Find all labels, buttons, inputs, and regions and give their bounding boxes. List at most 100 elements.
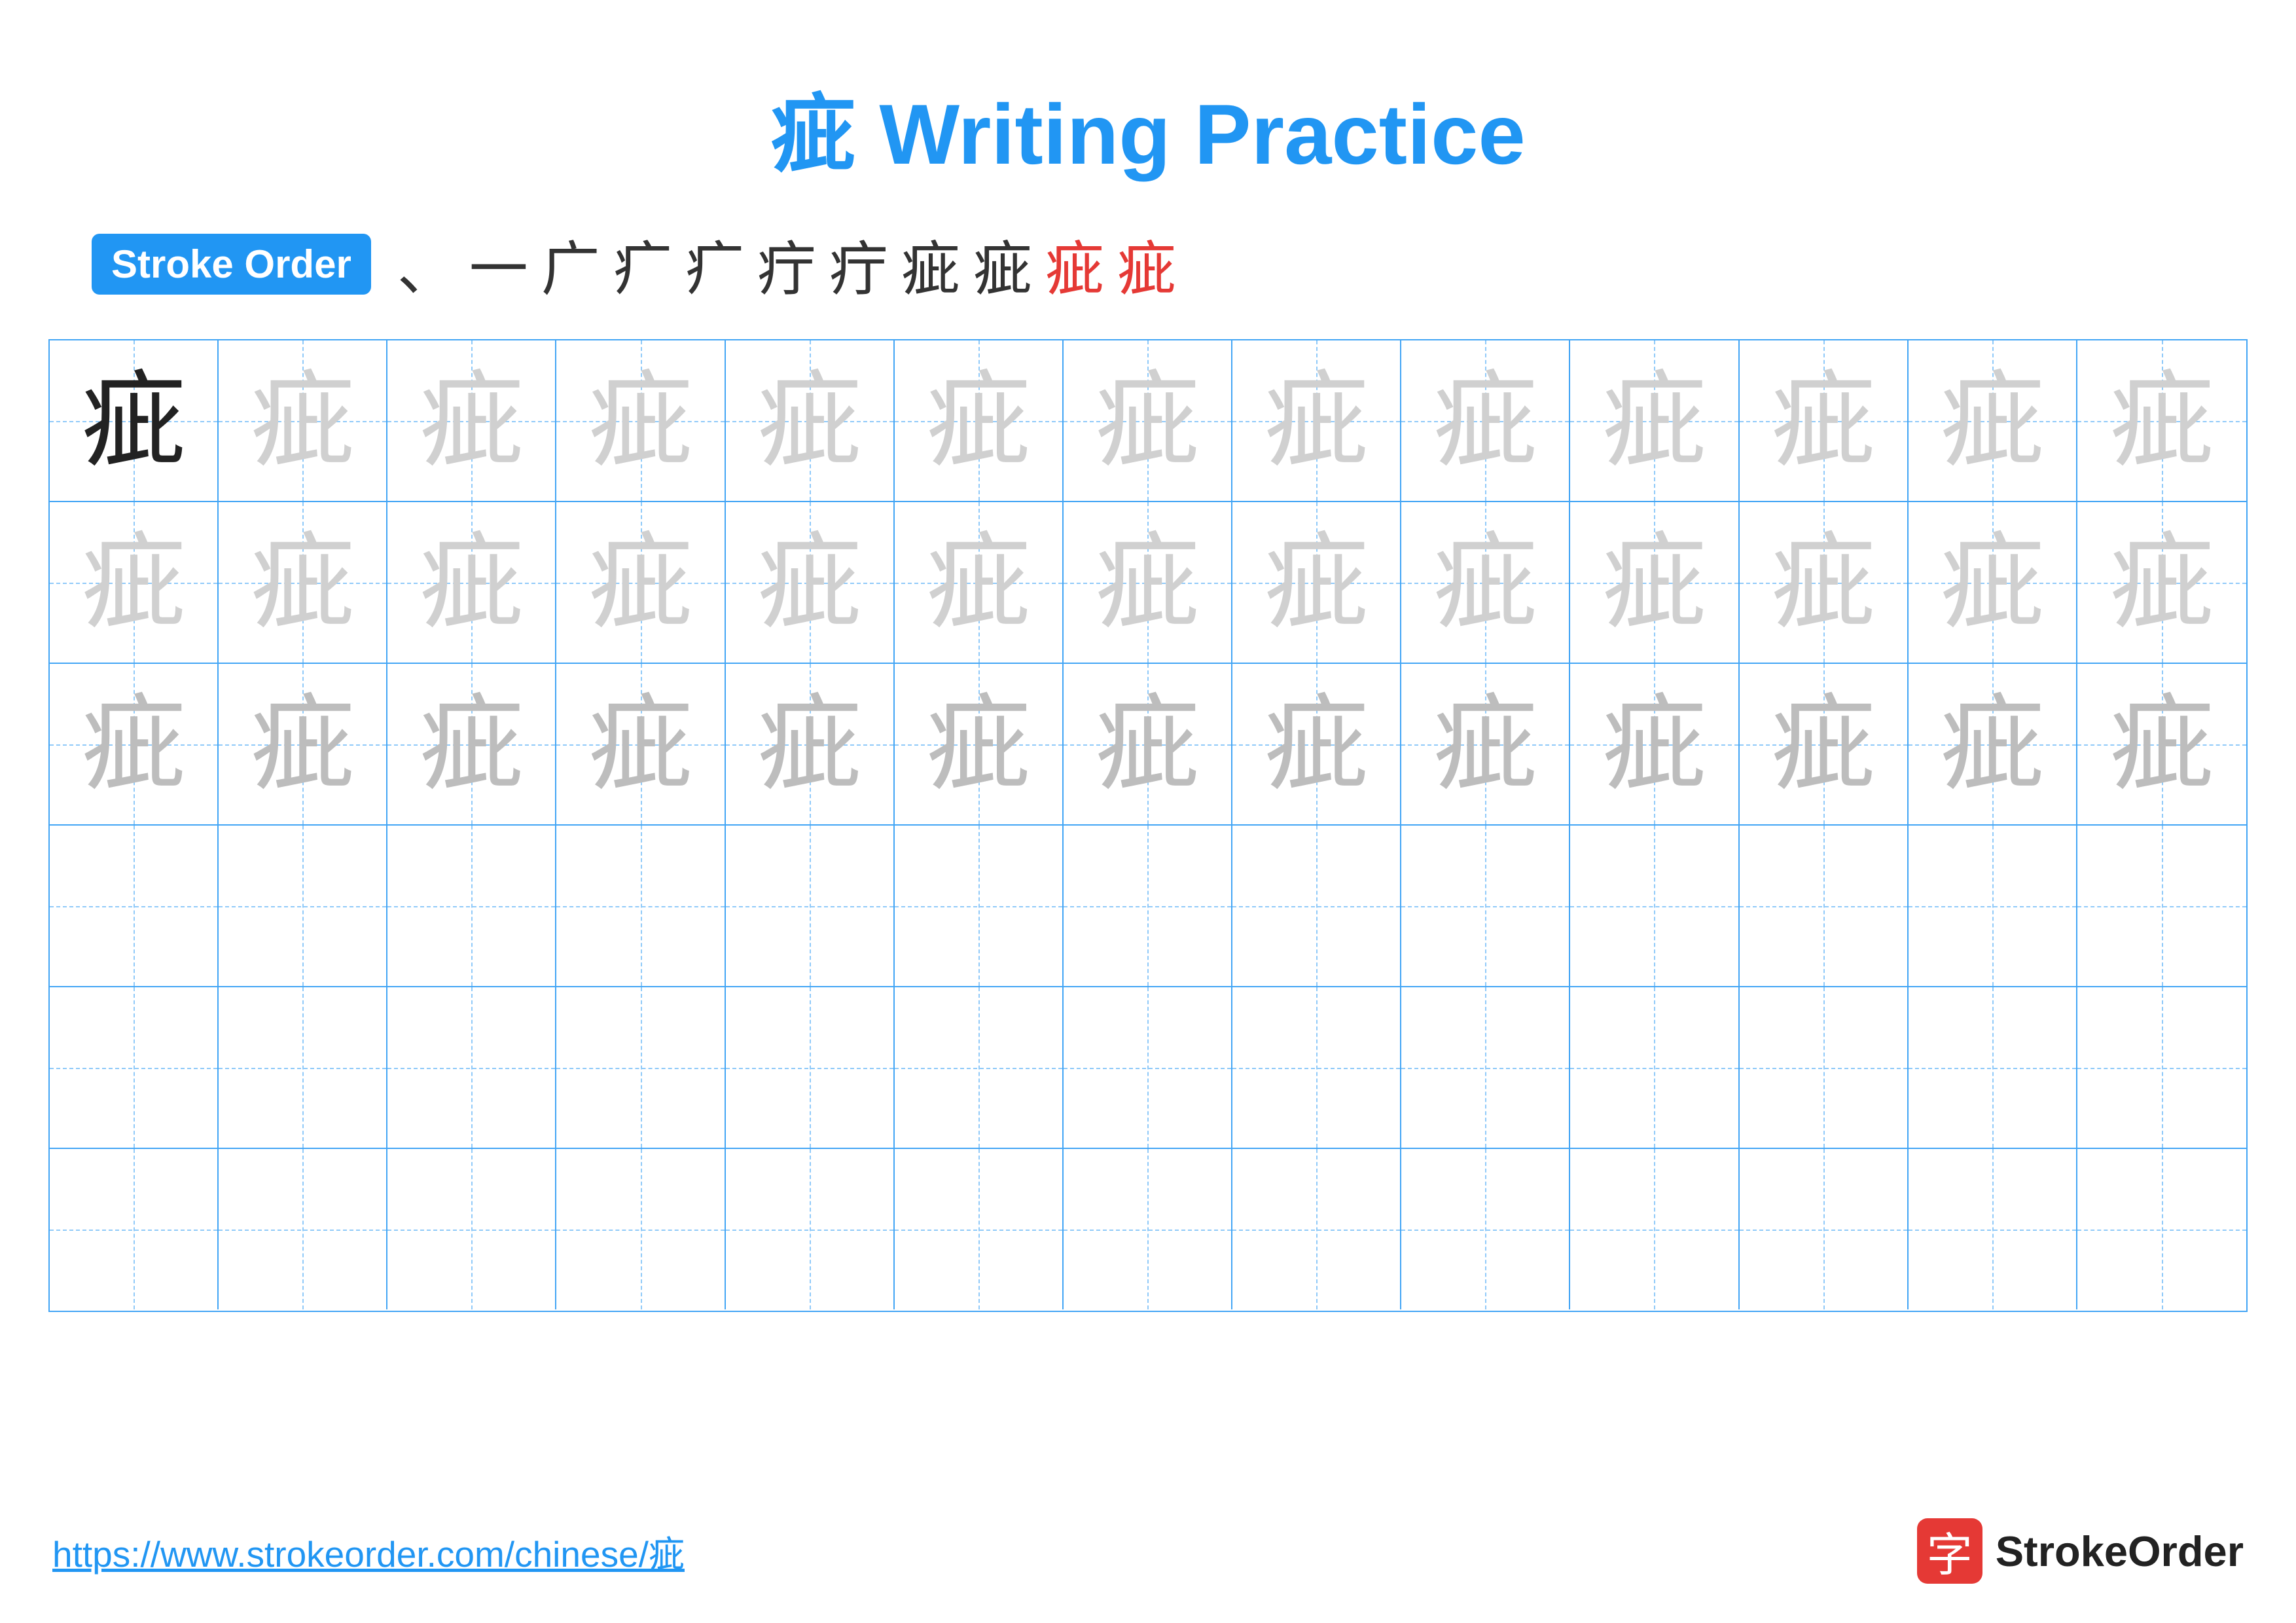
char-guide: 疵 xyxy=(419,692,524,797)
practice-grid: 疵 疵 疵 疵 疵 疵 疵 疵 疵 疵 疵 疵 疵 疵 疵 疵 疵 疵 疵 疵 … xyxy=(48,339,2248,1312)
cell-3-4: 疵 xyxy=(556,664,725,824)
cell-3-11: 疵 xyxy=(1740,664,1909,824)
cell-1-4: 疵 xyxy=(556,340,725,501)
char-guide: 疵 xyxy=(1940,692,2045,797)
char-guide: 疵 xyxy=(250,692,355,797)
cell-6-6 xyxy=(895,1149,1064,1309)
cell-2-9: 疵 xyxy=(1401,502,1570,663)
cell-3-13: 疵 xyxy=(2077,664,2246,824)
stroke-9: 疵 xyxy=(973,221,1032,306)
cell-4-11 xyxy=(1740,826,1909,986)
char-guide: 疵 xyxy=(1602,692,1706,797)
char-guide: 疵 xyxy=(2109,369,2214,473)
cell-1-8: 疵 xyxy=(1232,340,1401,501)
cell-5-5 xyxy=(726,987,895,1148)
footer-url[interactable]: https://www.strokeorder.com/chinese/疵 xyxy=(52,1525,685,1577)
cell-5-2 xyxy=(219,987,387,1148)
cell-6-2 xyxy=(219,1149,387,1309)
grid-row-6 xyxy=(50,1149,2246,1311)
char-guide: 疵 xyxy=(250,369,355,473)
cell-3-6: 疵 xyxy=(895,664,1064,824)
cell-1-9: 疵 xyxy=(1401,340,1570,501)
cell-2-10: 疵 xyxy=(1570,502,1739,663)
char-guide: 疵 xyxy=(1771,369,1876,473)
char-guide: 疵 xyxy=(419,530,524,635)
grid-row-5 xyxy=(50,987,2246,1149)
cell-2-4: 疵 xyxy=(556,502,725,663)
stroke-sequence: 、 一 广 疒 疒 疔 疔 疵 疵 疵 疵 xyxy=(397,221,1176,306)
cell-1-5: 疵 xyxy=(726,340,895,501)
cell-1-10: 疵 xyxy=(1570,340,1739,501)
cell-1-13: 疵 xyxy=(2077,340,2246,501)
cell-5-7 xyxy=(1064,987,1232,1148)
cell-5-3 xyxy=(387,987,556,1148)
cell-6-12 xyxy=(1909,1149,2077,1309)
grid-row-1: 疵 疵 疵 疵 疵 疵 疵 疵 疵 疵 疵 疵 疵 xyxy=(50,340,2246,502)
cell-3-9: 疵 xyxy=(1401,664,1570,824)
logo-symbol: 字 xyxy=(1927,1518,1973,1584)
char-guide: 疵 xyxy=(419,369,524,473)
stroke-4: 疒 xyxy=(613,221,672,306)
cell-2-13: 疵 xyxy=(2077,502,2246,663)
char-guide: 疵 xyxy=(81,530,186,635)
char-guide: 疵 xyxy=(926,369,1031,473)
grid-row-4 xyxy=(50,826,2246,987)
cell-1-1: 疵 xyxy=(50,340,219,501)
cell-5-13 xyxy=(2077,987,2246,1148)
cell-5-6 xyxy=(895,987,1064,1148)
char-guide: 疵 xyxy=(1095,692,1200,797)
cell-6-1 xyxy=(50,1149,219,1309)
cell-2-8: 疵 xyxy=(1232,502,1401,663)
logo-icon: 字 xyxy=(1917,1518,1982,1584)
stroke-8: 疵 xyxy=(901,221,960,306)
cell-4-13 xyxy=(2077,826,2246,986)
page: 疵 Writing Practice Stroke Order 、 一 广 疒 … xyxy=(0,0,2296,1623)
cell-4-10 xyxy=(1570,826,1739,986)
char-guide: 疵 xyxy=(1264,530,1369,635)
cell-5-11 xyxy=(1740,987,1909,1148)
cell-4-4 xyxy=(556,826,725,986)
char-guide: 疵 xyxy=(1095,369,1200,473)
cell-3-7: 疵 xyxy=(1064,664,1232,824)
cell-5-4 xyxy=(556,987,725,1148)
char-guide: 疵 xyxy=(1602,530,1706,635)
cell-1-12: 疵 xyxy=(1909,340,2077,501)
cell-5-8 xyxy=(1232,987,1401,1148)
page-title: 疵 Writing Practice xyxy=(770,65,1525,189)
cell-6-5 xyxy=(726,1149,895,1309)
char-guide: 疵 xyxy=(757,692,862,797)
cell-3-3: 疵 xyxy=(387,664,556,824)
char-guide: 疵 xyxy=(588,369,693,473)
cell-6-10 xyxy=(1570,1149,1739,1309)
cell-3-2: 疵 xyxy=(219,664,387,824)
char-guide: 疵 xyxy=(926,530,1031,635)
grid-row-2: 疵 疵 疵 疵 疵 疵 疵 疵 疵 疵 疵 疵 疵 xyxy=(50,502,2246,664)
cell-6-9 xyxy=(1401,1149,1570,1309)
cell-6-3 xyxy=(387,1149,556,1309)
cell-2-6: 疵 xyxy=(895,502,1064,663)
char-guide: 疵 xyxy=(926,692,1031,797)
cell-1-11: 疵 xyxy=(1740,340,1909,501)
cell-1-2: 疵 xyxy=(219,340,387,501)
cell-6-13 xyxy=(2077,1149,2246,1309)
cell-1-7: 疵 xyxy=(1064,340,1232,501)
cell-4-7 xyxy=(1064,826,1232,986)
cell-6-4 xyxy=(556,1149,725,1309)
stroke-10: 疵 xyxy=(1045,221,1104,306)
stroke-order-badge: Stroke Order xyxy=(92,234,371,295)
stroke-1: 、 xyxy=(397,221,456,306)
char-dark: 疵 xyxy=(81,369,186,473)
cell-4-9 xyxy=(1401,826,1570,986)
char-guide: 疵 xyxy=(1264,369,1369,473)
char-guide: 疵 xyxy=(1433,530,1537,635)
char-guide: 疵 xyxy=(757,530,862,635)
cell-2-5: 疵 xyxy=(726,502,895,663)
char-guide: 疵 xyxy=(1771,692,1876,797)
stroke-5: 疒 xyxy=(685,221,744,306)
stroke-3: 广 xyxy=(541,221,600,306)
char-guide: 疵 xyxy=(81,692,186,797)
cell-6-8 xyxy=(1232,1149,1401,1309)
cell-4-6 xyxy=(895,826,1064,986)
char-guide: 疵 xyxy=(1771,530,1876,635)
cell-1-3: 疵 xyxy=(387,340,556,501)
